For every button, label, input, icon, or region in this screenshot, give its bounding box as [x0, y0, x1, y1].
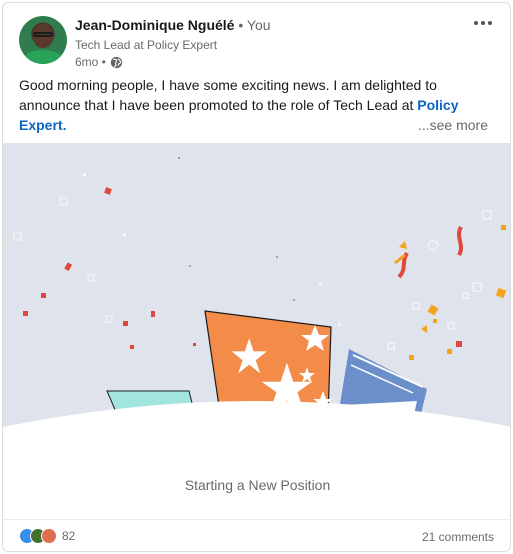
see-more-button[interactable]: ...see more	[418, 117, 488, 133]
post-header: Jean-Dominique Nguélé • You Tech Lead at…	[19, 13, 497, 73]
reactions-summary[interactable]: 82	[19, 528, 75, 544]
more-options-icon[interactable]	[469, 13, 497, 33]
post-text-end: .	[62, 117, 67, 133]
love-icon	[41, 528, 57, 544]
author-line[interactable]: Jean-Dominique Nguélé • You	[75, 17, 271, 33]
author-headline: Tech Lead at Policy Expert	[75, 38, 218, 52]
confetti-left	[13, 157, 196, 417]
avatar[interactable]	[19, 16, 67, 64]
media-caption: Starting a New Position	[184, 477, 331, 493]
reaction-count: 82	[62, 529, 76, 543]
comments-count[interactable]: 21 comments	[422, 530, 494, 544]
celebration-image[interactable]	[3, 143, 510, 447]
globe-icon	[110, 56, 123, 68]
celebration-illustration	[3, 157, 510, 447]
post-text-body: Good morning people, I have some excitin…	[19, 77, 437, 113]
post-meta: 6mo •	[75, 55, 123, 69]
post-card: Jean-Dominique Nguélé • You Tech Lead at…	[2, 2, 511, 552]
floor-curve	[3, 401, 510, 447]
author-name[interactable]: Jean-Dominique Nguélé	[75, 17, 234, 33]
author-relation: • You	[238, 17, 271, 33]
divider	[3, 519, 510, 520]
post-time: 6mo •	[75, 55, 106, 69]
